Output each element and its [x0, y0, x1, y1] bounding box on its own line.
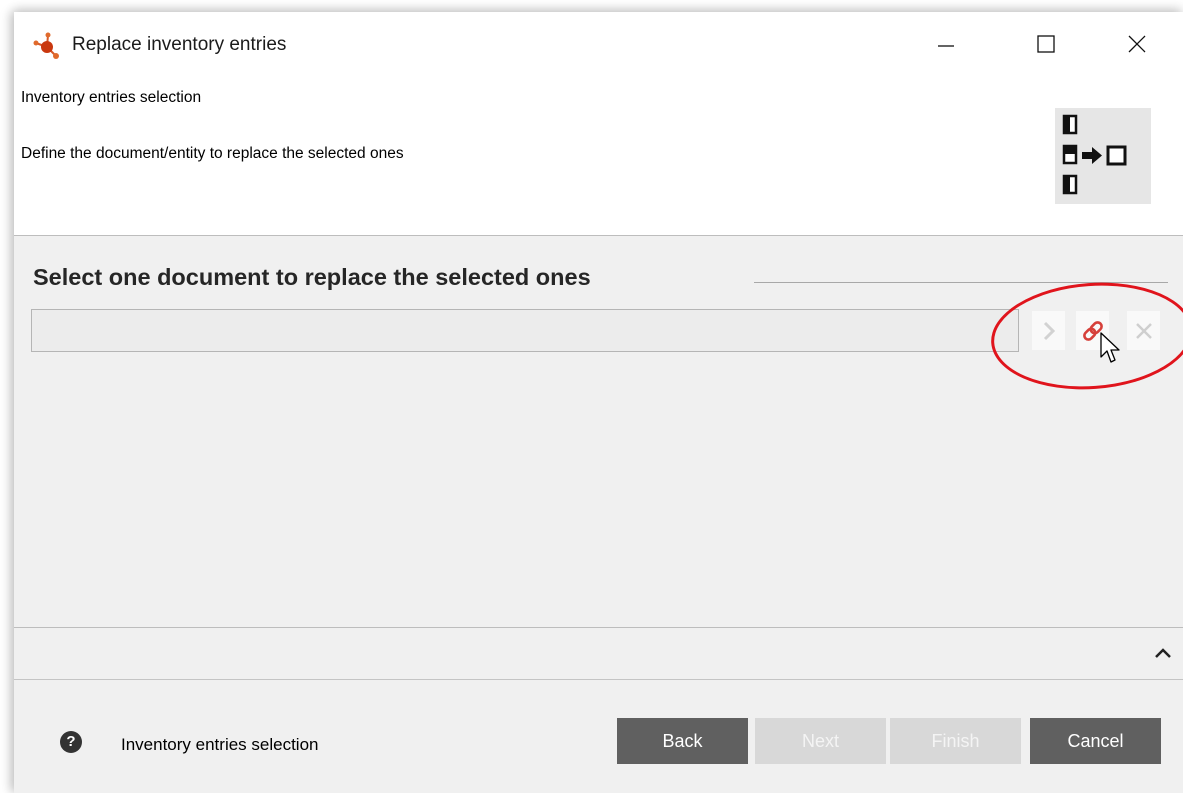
maximize-button[interactable]: [1018, 22, 1074, 66]
minimize-icon: [938, 45, 954, 47]
finish-button[interactable]: Finish: [890, 718, 1021, 764]
minimize-button[interactable]: [918, 22, 974, 66]
help-icon[interactable]: ?: [60, 731, 82, 753]
replace-inventory-dialog: Replace inventory entries Inventory entr…: [14, 12, 1183, 793]
app-molecule-icon: [33, 32, 59, 59]
cancel-button[interactable]: Cancel: [1030, 718, 1161, 764]
clear-x-icon: [1135, 322, 1152, 339]
replace-document-icon: [1055, 108, 1151, 204]
open-document-button[interactable]: [1032, 311, 1065, 350]
close-icon: [1128, 35, 1146, 53]
title-bar[interactable]: Replace inventory entries: [14, 12, 1183, 74]
maximize-icon: [1037, 35, 1055, 53]
wizard-step-title: Inventory entries selection: [21, 89, 202, 106]
wizard-footer: ? Inventory entries selection Back Next …: [14, 680, 1183, 793]
expand-details-button[interactable]: [1150, 640, 1176, 666]
chevron-up-icon: [1155, 648, 1171, 658]
chevron-right-icon: [1043, 321, 1055, 340]
back-button[interactable]: Back: [617, 718, 748, 764]
selection-panel: Select one document to replace the selec…: [14, 236, 1183, 627]
link-icon: [1082, 320, 1103, 341]
details-bar: [14, 628, 1183, 680]
status-text: Inventory entries selection: [121, 735, 319, 754]
next-button[interactable]: Next: [755, 718, 886, 764]
document-field[interactable]: [31, 309, 1019, 352]
close-button[interactable]: [1109, 22, 1165, 66]
clear-document-button[interactable]: [1127, 311, 1160, 350]
group-title: Select one document to replace the selec…: [33, 264, 601, 291]
window-title: Replace inventory entries: [72, 34, 287, 55]
wizard-header: Inventory entries selection Define the d…: [14, 74, 1183, 236]
group-title-line: [754, 282, 1168, 283]
wizard-step-description: Define the document/entity to replace th…: [21, 145, 404, 162]
link-document-button[interactable]: [1076, 311, 1109, 350]
